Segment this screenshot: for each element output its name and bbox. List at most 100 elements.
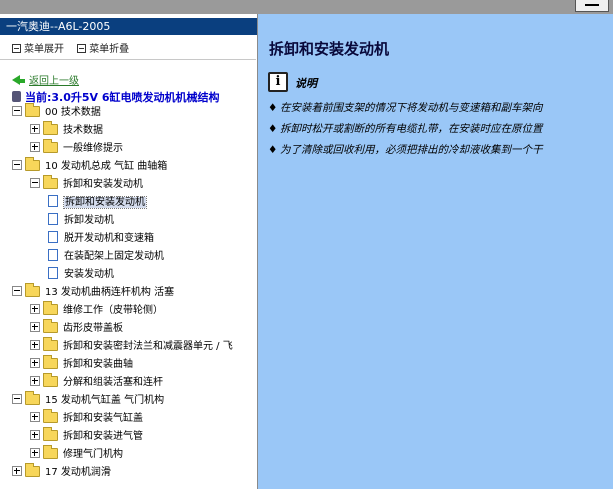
tree-folder-item[interactable]: 拆卸和安装气缸盖 [30,409,143,428]
document-icon [48,231,58,243]
tree-item-label: 技术数据 [63,125,103,136]
collapse-toggle-icon[interactable] [12,106,22,116]
bullet-icon: ♦ [268,144,278,156]
document-icon [48,213,58,225]
tree-item-label: 拆卸和安装发动机 [63,196,147,209]
tree-folder-item[interactable]: 拆卸和安装发动机 [30,175,143,194]
expand-toggle-icon[interactable] [30,412,40,422]
tree-folder-item[interactable]: 一般维修提示 [30,139,123,158]
tree-folder-item[interactable]: 维修工作（皮带轮侧） [30,301,163,320]
tree-folder-item[interactable]: 拆卸和安装进气管 [30,427,143,446]
expand-toggle-icon[interactable] [30,448,40,458]
expand-icon [12,44,21,53]
tree-folder-item[interactable]: 10 发动机总成 气缸 曲轴箱 [12,157,168,176]
tree-folder-item[interactable]: 齿形皮带盖板 [30,319,123,338]
collapse-toggle-icon[interactable] [12,286,22,296]
sidebar-menu: 菜单展开 菜单折叠 [12,40,139,55]
tree-folder-item[interactable]: 17 发动机润滑 [12,463,111,482]
tree-folder-item[interactable]: 00 技术数据 [12,103,101,122]
document-icon [48,195,58,207]
tree-doc-item[interactable]: 在装配架上固定发动机 [48,248,164,266]
tree-item-label: 齿形皮带盖板 [63,323,123,334]
tree-doc-item[interactable]: 脱开发动机和变速箱 [48,230,154,248]
collapse-icon [77,44,87,53]
tree-doc-item[interactable]: 拆卸发动机 [48,212,114,230]
tree-item-label: 拆卸发动机 [64,215,114,226]
database-icon [12,91,21,102]
tree-item-label: 拆卸和安装密封法兰和减震器单元 / 飞 [63,341,233,352]
tree-item-label: 00 技术数据 [45,107,101,118]
tree-folder-item[interactable]: 拆卸和安装曲轴 [30,355,133,374]
expand-toggle-icon[interactable] [30,358,40,368]
folder-icon [43,337,58,351]
bullet-item: ♦ 拆卸时松开或割断的所有电缆扎带，在安装时应在原位置 [268,123,543,135]
tree-item-label: 10 发动机总成 气缸 曲轴箱 [45,161,168,172]
tree-item-label: 一般维修提示 [63,143,123,154]
bullet-icon: ♦ [268,102,278,114]
tree-doc-item[interactable]: 拆卸和安装发动机 [48,194,147,212]
back-arrow-icon [12,75,20,85]
bullet-icon: ♦ [268,123,278,135]
folder-icon [43,319,58,333]
folder-icon [25,103,40,117]
back-link[interactable]: 返回上一级 [12,72,79,87]
tree-item-label: 15 发动机气缸盖 气门机构 [45,395,165,406]
folder-icon [43,373,58,387]
expand-toggle-icon[interactable] [30,340,40,350]
menu-collapse-button[interactable]: 菜单折叠 [77,40,129,55]
minimize-icon [585,4,599,6]
folder-icon [43,301,58,315]
tree-item-label: 分解和组装活塞和连杆 [63,377,163,388]
menu-expand-button[interactable]: 菜单展开 [12,40,64,55]
expand-toggle-icon[interactable] [30,124,40,134]
expand-toggle-icon[interactable] [30,430,40,440]
expand-toggle-icon[interactable] [30,304,40,314]
tree-item-label: 13 发动机曲柄连杆机构 活塞 [45,287,175,298]
tree-item-label: 拆卸和安装进气管 [63,431,143,442]
expand-toggle-icon[interactable] [30,142,40,152]
window-top-bar [0,0,613,14]
tree-item-label: 17 发动机润滑 [45,467,111,478]
folder-icon [43,175,58,189]
tree-folder-item[interactable]: 修理气门机构 [30,445,123,464]
folder-icon [43,445,58,459]
tree-doc-item[interactable]: 安装发动机 [48,266,114,284]
folder-icon [25,157,40,171]
document-icon [48,267,58,279]
tree-folder-item[interactable]: 分解和组装活塞和连杆 [30,373,163,392]
divider [0,59,256,60]
page-title: 拆卸和安装发动机 [269,40,390,58]
tree-item-label: 维修工作（皮带轮侧） [63,305,163,316]
tree-item-label: 拆卸和安装气缸盖 [63,413,143,424]
collapse-toggle-icon[interactable] [12,394,22,404]
tree-item-label: 修理气门机构 [63,449,123,460]
tree-item-label: 在装配架上固定发动机 [64,251,164,262]
tree-folder-item[interactable]: 拆卸和安装密封法兰和减震器单元 / 飞 [30,337,233,356]
collapse-toggle-icon[interactable] [12,160,22,170]
sidebar-title: 一汽奥迪--A6L-2005 [0,18,257,35]
content-pane: 拆卸和安装发动机 i 说明 ♦ 在安装着前围支架的情况下将发动机与变速箱和副车架向… [258,14,613,489]
folder-icon [25,463,40,477]
expand-toggle-icon[interactable] [12,466,22,476]
tree-item-label: 安装发动机 [64,269,114,280]
tree-folder-item[interactable]: 技术数据 [30,121,103,140]
folder-icon [43,355,58,369]
tree-item-label: 拆卸和安装发动机 [63,179,143,190]
folder-icon [43,139,58,153]
tree-item-label: 脱开发动机和变速箱 [64,233,154,244]
document-icon [48,249,58,261]
tree-folder-item[interactable]: 13 发动机曲柄连杆机构 活塞 [12,283,175,302]
tree-folder-item[interactable]: 15 发动机气缸盖 气门机构 [12,391,165,410]
current-location-label: 当前:3.0升5V 6缸电喷发动机机械结构 [12,89,220,105]
expand-toggle-icon[interactable] [30,322,40,332]
folder-icon [25,283,40,297]
info-icon: i [268,72,288,92]
folder-icon [25,391,40,405]
collapse-toggle-icon[interactable] [30,178,40,188]
sidebar: 一汽奥迪--A6L-2005 菜单展开 菜单折叠 返回上一级 当前:3.0升5V… [0,14,258,489]
expand-toggle-icon[interactable] [30,376,40,386]
note-label: 说明 [295,77,317,90]
folder-icon [43,409,58,423]
folder-icon [43,427,58,441]
minimize-button[interactable] [575,0,609,12]
